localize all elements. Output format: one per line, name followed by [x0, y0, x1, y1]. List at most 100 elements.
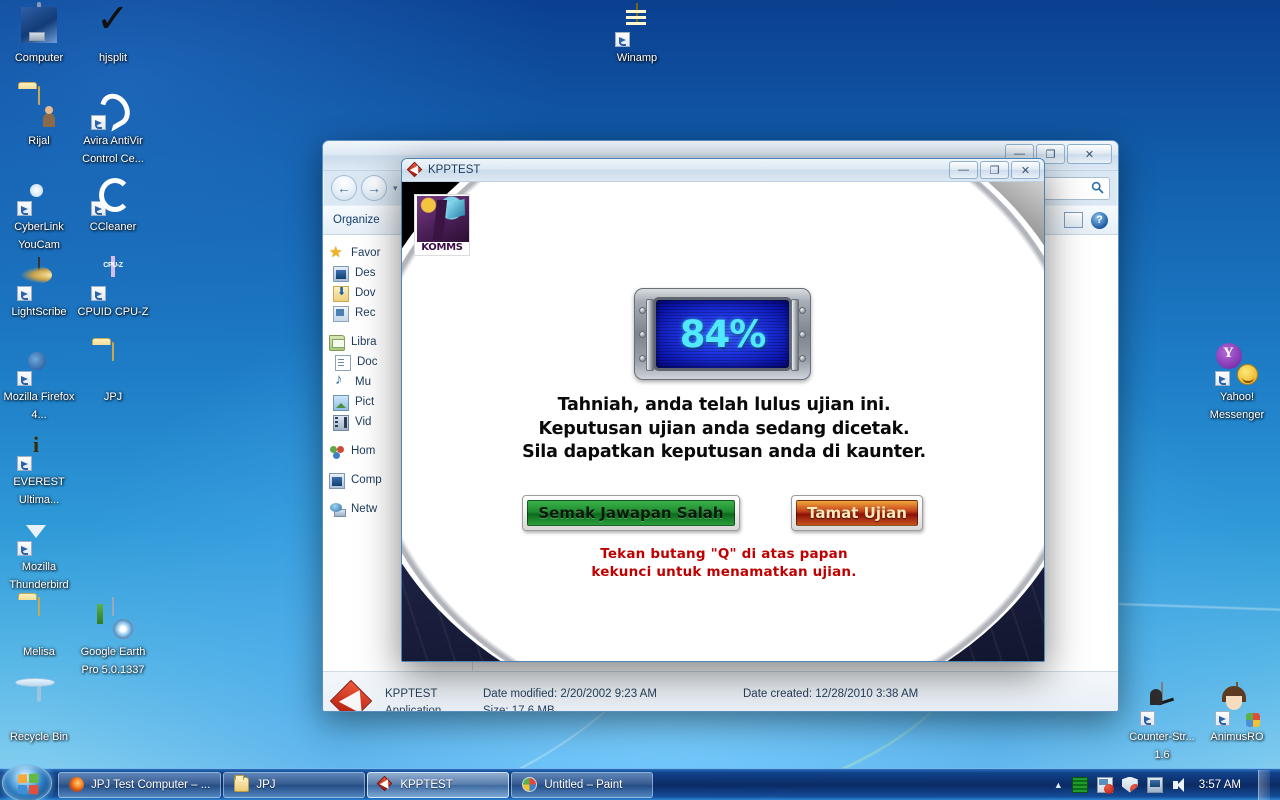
- desktop-icon-label: Winamp: [617, 52, 657, 64]
- desktop-icon-cyberlink-youcam[interactable]: CyberLink YouCam: [2, 173, 76, 253]
- result-message-line: Sila dapatkan keputusan anda di kaunter.: [402, 441, 1045, 465]
- action-center-flag-icon[interactable]: [1097, 777, 1113, 793]
- desktop-icon-winamp[interactable]: Winamp: [600, 4, 674, 66]
- score-display-screen: 84%: [653, 297, 792, 371]
- show-hidden-icons-button[interactable]: ▲: [1054, 780, 1063, 790]
- recycle-bin-icon: [18, 683, 60, 725]
- kpptest-window[interactable]: KPPTEST — ❐ ✕ KOMMS: [401, 158, 1045, 662]
- minimize-button[interactable]: —: [949, 161, 978, 179]
- ccleaner-icon: [92, 173, 134, 215]
- computer-icon: [18, 4, 60, 46]
- desktop-icon-ccleaner[interactable]: CCleaner: [76, 173, 150, 235]
- details-pane: KPPTEST Date modified: 2/20/2002 9:23 AM…: [323, 671, 1118, 712]
- date-created: Date created: 12/28/2010 3:38 AM: [743, 688, 918, 700]
- taskbar-item-label: JPJ Test Computer – ...: [91, 779, 210, 791]
- taskbar-item-firefox[interactable]: JPJ Test Computer – ...: [58, 772, 221, 798]
- desktop-icon-jpj[interactable]: JPJ: [76, 343, 150, 405]
- kpptest-titlebar[interactable]: KPPTEST — ❐ ✕: [402, 159, 1044, 182]
- desktop-icon-label: CPUID CPU-Z: [78, 306, 149, 318]
- desktop-icon-computer[interactable]: Computer: [2, 4, 76, 66]
- lightscribe-icon: [18, 258, 60, 300]
- documents-icon: [335, 355, 351, 371]
- sidebar-item-label: Des: [355, 267, 375, 279]
- organize-button[interactable]: Organize: [333, 214, 380, 226]
- sidebar-item-label: Favor: [351, 247, 380, 259]
- kpptest-window-controls[interactable]: — ❐ ✕: [949, 161, 1040, 179]
- kpptest-client-area: KOMMS 84% Tahniah, anda telah lulus ujia…: [402, 182, 1045, 662]
- score-gauge: 84%: [634, 288, 811, 380]
- desktop-icon-lightscribe[interactable]: LightScribe: [2, 258, 76, 320]
- desktop-icon-label: Recycle Bin: [10, 731, 68, 743]
- desktop-icon-thunderbird[interactable]: Mozilla Thunderbird: [2, 513, 76, 593]
- desktop-icon-label: Melisa: [23, 646, 55, 658]
- network-monitor-icon[interactable]: [1072, 777, 1088, 793]
- maximize-button[interactable]: ❐: [980, 161, 1009, 179]
- desktop-icon-everest[interactable]: EVEREST Ultima...: [2, 428, 76, 508]
- toolbar-right-group[interactable]: ?: [1064, 212, 1108, 229]
- close-button[interactable]: ✕: [1067, 144, 1112, 164]
- search-icon: [1091, 181, 1104, 197]
- taskbar-item-label: KPPTEST: [400, 779, 452, 791]
- counter-strike-icon: [1141, 683, 1183, 725]
- avira-antivir-icon: [92, 87, 134, 129]
- cpuid-cpuz-icon: [92, 258, 134, 300]
- desktop-icon-recycle-bin[interactable]: Recycle Bin: [2, 683, 76, 745]
- change-view-icon[interactable]: [1064, 212, 1083, 228]
- details-row-2: Application Size: 17.6 MB: [385, 705, 918, 712]
- sidebar-item-label: Vid: [355, 416, 371, 428]
- desktop-icon-counter-strike[interactable]: Counter-Str... 1.6: [1125, 683, 1199, 763]
- recent-places-icon: [333, 306, 349, 322]
- desktop-icon-animusro[interactable]: AnimusRO: [1200, 683, 1274, 745]
- komms-logo-text: KOMMS: [416, 241, 468, 254]
- sidebar-item-label: Libra: [351, 336, 377, 348]
- desktop-icon-label: EVEREST Ultima...: [13, 476, 64, 506]
- taskbar-item-paint[interactable]: Untitled – Paint: [511, 772, 653, 798]
- desktop-icon-google-earth[interactable]: Google Earth Pro 5.0.1337: [76, 598, 150, 678]
- close-button[interactable]: ✕: [1011, 161, 1040, 179]
- desktop-icon-cpuz[interactable]: CPUID CPU-Z: [76, 258, 150, 320]
- desktop-icon-yahoo-messenger[interactable]: Yahoo! Messenger: [1200, 343, 1274, 423]
- chevron-down-icon[interactable]: ▾: [393, 183, 398, 194]
- taskbar-item-kpptest[interactable]: KPPTEST: [367, 772, 509, 798]
- taskbar-task-list[interactable]: JPJ Test Computer – ... JPJ KPPTEST Unti…: [58, 772, 653, 798]
- desktop-icon-hjsplit[interactable]: hjsplit: [76, 4, 150, 66]
- desktop-icon-avira[interactable]: Avira AntiVir Control Ce...: [76, 87, 150, 167]
- back-button[interactable]: ←: [331, 175, 357, 201]
- google-earth-icon: [92, 598, 134, 640]
- review-wrong-answers-label: Semak Jawapan Salah: [527, 500, 735, 526]
- folder-icon: [92, 343, 134, 385]
- desktop-icon-label: Counter-Str... 1.6: [1129, 731, 1194, 761]
- file-size: Size: 17.6 MB: [483, 705, 555, 712]
- desktop-icon-firefox[interactable]: Mozilla Firefox 4...: [2, 343, 76, 423]
- keyboard-hint-line: Tekan butang "Q" di atas papan: [402, 545, 1045, 563]
- end-exam-label: Tamat Ujian: [796, 500, 918, 526]
- review-wrong-answers-button[interactable]: Semak Jawapan Salah: [522, 495, 740, 531]
- desktop-icon-label: JPJ: [104, 391, 122, 403]
- result-message-line: Tahniah, anda telah lulus ujian ini.: [402, 394, 1045, 418]
- firefox-icon: [69, 777, 84, 792]
- sidebar-item-label: Rec: [355, 307, 375, 319]
- checkmark-icon: [92, 4, 134, 46]
- end-exam-button[interactable]: Tamat Ujian: [791, 495, 923, 531]
- desktop[interactable]: Computer hjsplit Rijal Avira AntiVir Con…: [0, 0, 1280, 800]
- show-desktop-button[interactable]: [1258, 770, 1270, 800]
- window-title: KPPTEST: [428, 164, 480, 176]
- security-shield-alert-icon[interactable]: [1122, 777, 1138, 793]
- desktop-icon-label: CyberLink YouCam: [14, 221, 64, 251]
- star-icon: [329, 245, 345, 261]
- downloads-icon: [333, 286, 349, 302]
- volume-icon[interactable]: [1172, 777, 1188, 793]
- taskbar[interactable]: JPJ Test Computer – ... JPJ KPPTEST Unti…: [0, 768, 1280, 800]
- winamp-icon: [616, 4, 658, 46]
- firefox-icon: [18, 343, 60, 385]
- start-button[interactable]: [2, 764, 52, 800]
- system-tray[interactable]: ▲ 3:57 AM: [1054, 770, 1280, 800]
- forward-button[interactable]: →: [361, 175, 387, 201]
- clock[interactable]: 3:57 AM: [1199, 779, 1241, 791]
- help-icon[interactable]: ?: [1091, 212, 1108, 229]
- network-icon[interactable]: [1147, 777, 1163, 793]
- desktop-icon-label: Computer: [15, 52, 63, 64]
- desktop-icon-rijal[interactable]: Rijal: [2, 87, 76, 149]
- taskbar-item-jpj[interactable]: JPJ: [223, 772, 365, 798]
- desktop-icon-melisa[interactable]: Melisa: [2, 598, 76, 660]
